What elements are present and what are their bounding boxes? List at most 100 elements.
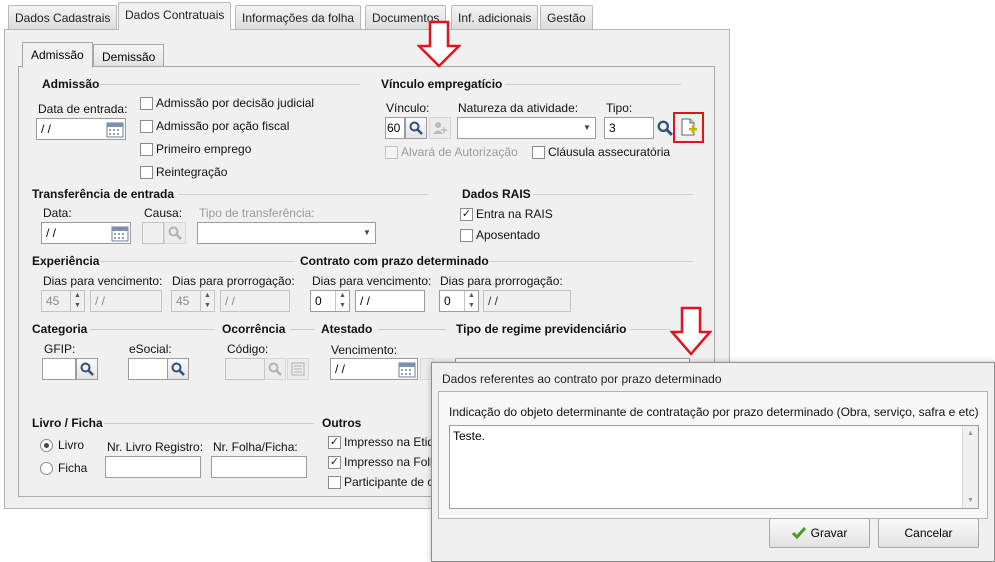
objeto-textarea[interactable]: Teste. ▲ ▼ xyxy=(449,425,979,509)
section-rais-title: Dados RAIS xyxy=(462,187,531,201)
tab-dados-contratuais[interactable]: Dados Contratuais xyxy=(118,2,232,30)
checkbox-entra-rais[interactable]: ✓ xyxy=(460,208,473,221)
tipo-input[interactable]: 3 xyxy=(604,117,654,139)
spinner-icon[interactable]: ▲ ▼ xyxy=(464,291,478,311)
radio-ficha[interactable] xyxy=(40,462,53,475)
exp-venc-date[interactable]: / / xyxy=(90,290,162,312)
section-experiencia-title: Experiência xyxy=(32,254,100,268)
divider xyxy=(178,194,428,195)
esocial-search-button[interactable] xyxy=(167,358,189,380)
cancelar-button[interactable]: Cancelar xyxy=(878,518,979,548)
checkbox-label: Participante de c xyxy=(344,475,434,489)
chevron-down-icon: ▼ xyxy=(583,123,591,132)
natureza-select[interactable]: ▼ xyxy=(457,117,596,139)
section-outros-title: Outros xyxy=(322,416,362,430)
cont-prorr-days[interactable]: 0 ▲ ▼ xyxy=(439,290,479,312)
tab-gestao[interactable]: Gestão xyxy=(540,5,593,29)
tipo-transferencia-label: Tipo de transferência: xyxy=(199,206,315,220)
codigo-search-button[interactable] xyxy=(264,358,286,380)
exp-venc-days[interactable]: 45 ▲ ▼ xyxy=(41,290,85,312)
radio-livro[interactable] xyxy=(40,439,53,452)
divider xyxy=(630,329,670,330)
divider xyxy=(100,84,360,85)
divider xyxy=(505,84,681,85)
checkbox-reintegracao[interactable] xyxy=(140,166,153,179)
subtab-demissao[interactable]: Demissão xyxy=(93,44,165,68)
section-transferencia-title: Transferência de entrada xyxy=(32,187,175,201)
nr-folha-label: Nr. Folha/Ficha: xyxy=(213,440,298,454)
gravar-button[interactable]: Gravar xyxy=(769,518,870,548)
section-regime-title: Tipo de regime previdenciário xyxy=(456,322,627,336)
spinner-icon[interactable]: ▲ ▼ xyxy=(335,291,349,311)
divider xyxy=(104,423,314,424)
calendar-icon[interactable] xyxy=(106,121,124,138)
checkbox-alvara[interactable] xyxy=(385,146,398,159)
checkbox-label: Aposentado xyxy=(476,228,541,242)
calendar-icon[interactable] xyxy=(398,361,416,378)
spinner-icon[interactable]: ▲ ▼ xyxy=(70,291,84,311)
checkbox-label: Reintegração xyxy=(156,165,228,179)
gfip-input[interactable] xyxy=(42,358,76,380)
dialog-title: Dados referentes ao contrato por prazo d… xyxy=(442,372,722,386)
gfip-search-button[interactable] xyxy=(76,358,98,380)
checkbox-admissao-fiscal[interactable] xyxy=(140,120,153,133)
cont-venc-date[interactable]: / / xyxy=(355,290,425,312)
checkbox-impresso-etiqueta[interactable]: ✓ xyxy=(328,436,341,449)
nr-folha-input[interactable] xyxy=(211,456,307,478)
document-add-icon xyxy=(681,118,697,136)
causa-label: Causa: xyxy=(144,206,183,220)
checkbox-admissao-judicial[interactable] xyxy=(140,97,153,110)
codigo-label: Código: xyxy=(227,342,269,356)
vinculo-search-button[interactable] xyxy=(405,117,427,139)
causa-search-button[interactable] xyxy=(164,222,186,244)
tab-informacoes-folha[interactable]: Informações da folha xyxy=(235,5,362,29)
checkbox-participante[interactable] xyxy=(328,476,341,489)
nr-livro-label: Nr. Livro Registro: xyxy=(107,440,204,454)
checkbox-primeiro-emprego[interactable] xyxy=(140,143,153,156)
tab-dados-cadastrais[interactable]: Dados Cadastrais xyxy=(8,5,118,29)
checkbox-aposentado[interactable] xyxy=(460,229,473,242)
checkbox-clausula[interactable] xyxy=(532,146,545,159)
vinculo-label: Vínculo: xyxy=(386,101,430,115)
list-icon xyxy=(291,362,305,376)
checkmark-icon xyxy=(791,527,806,539)
search-icon xyxy=(80,362,94,376)
divider xyxy=(100,261,295,262)
atestado-venc-input[interactable]: / / xyxy=(330,358,418,380)
natureza-label: Natureza da atividade: xyxy=(458,101,579,115)
spinner-icon[interactable]: ▲ ▼ xyxy=(200,291,214,311)
divider xyxy=(490,261,693,262)
tipo-transferencia-select[interactable]: ▼ xyxy=(197,222,376,244)
exp-venc-label: Dias para vencimento: xyxy=(43,274,163,288)
cont-prorr-date[interactable]: / / xyxy=(483,290,571,312)
exp-prorr-date[interactable]: / / xyxy=(220,290,290,312)
cont-venc-label: Dias para vencimento: xyxy=(312,274,432,288)
exp-prorr-days[interactable]: 45 ▲ ▼ xyxy=(171,290,215,312)
radio-label: Ficha xyxy=(58,461,88,475)
esocial-input[interactable] xyxy=(128,358,168,380)
transf-data-input[interactable]: / / xyxy=(41,222,131,244)
cont-venc-days[interactable]: 0 ▲ ▼ xyxy=(310,290,350,312)
radio-label: Livro xyxy=(58,438,85,452)
codigo-input[interactable] xyxy=(225,358,265,380)
dialog-prompt: Indicação do objeto determinante de cont… xyxy=(449,405,979,419)
tab-inf-adicionais[interactable]: Inf. adicionais xyxy=(451,5,539,29)
data-entrada-input[interactable]: / / xyxy=(36,118,126,140)
vinculo-add-button[interactable] xyxy=(429,117,451,139)
new-document-button[interactable] xyxy=(680,118,698,136)
scroll-down-icon[interactable]: ▼ xyxy=(967,497,974,504)
scrollbar[interactable]: ▲ ▼ xyxy=(962,426,978,508)
checkbox-label: Primeiro emprego xyxy=(156,142,252,156)
calendar-icon[interactable] xyxy=(111,225,129,242)
search-icon xyxy=(168,226,182,240)
dialog-body: Indicação do objeto determinante de cont… xyxy=(438,391,988,519)
codigo-list-button[interactable] xyxy=(287,358,309,380)
scroll-up-icon[interactable]: ▲ xyxy=(967,430,974,437)
divider xyxy=(290,329,315,330)
vinculo-input[interactable]: 60 xyxy=(385,117,405,139)
checkbox-impresso-folha[interactable]: ✓ xyxy=(328,456,341,469)
section-ocorrencia-title: Ocorrência xyxy=(222,322,286,336)
causa-input[interactable] xyxy=(142,222,164,244)
subtab-admissao[interactable]: Admissão xyxy=(22,42,93,68)
nr-livro-input[interactable] xyxy=(105,456,201,478)
